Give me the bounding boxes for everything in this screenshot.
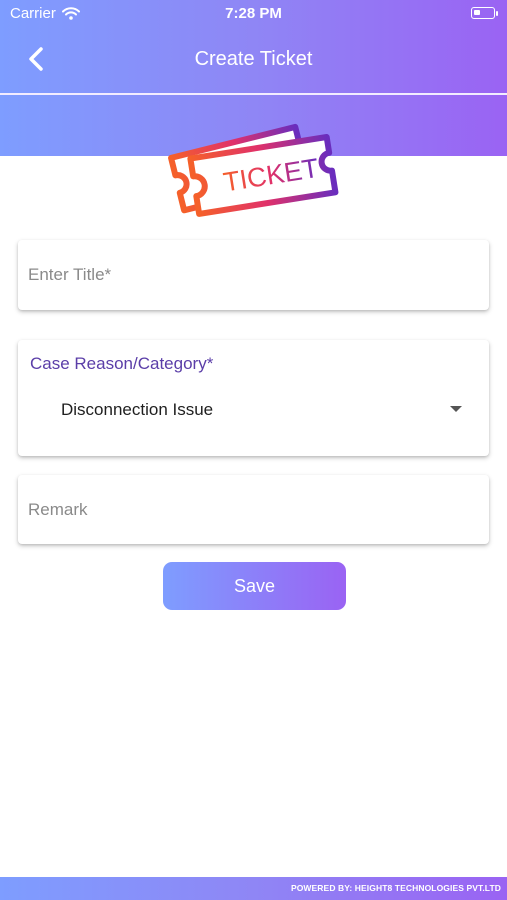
category-card: Case Reason/Category* Disconnection Issu… [18,340,489,456]
category-select[interactable]: Disconnection Issue [18,384,489,434]
caret-down-icon [450,406,462,412]
battery-icon [471,7,498,19]
title-input[interactable] [28,240,478,310]
remark-input[interactable] [28,475,478,544]
status-bar: Carrier 7:28 PM [0,0,507,28]
remark-card [18,475,489,544]
title-card [18,240,489,310]
category-label: Case Reason/Category* [30,354,214,373]
status-time: 7:28 PM [225,5,282,22]
ticket-logo: TICKET [168,123,339,217]
footer-bar: POWERED BY: HEIGHT8 TECHNOLOGIES PVT.LTD [0,877,507,900]
page-title: Create Ticket [194,48,313,70]
category-selected-value: Disconnection Issue [61,400,214,419]
save-button[interactable]: Save [163,562,346,610]
nav-divider [0,93,507,95]
footer-credit: POWERED BY: HEIGHT8 TECHNOLOGIES PVT.LTD [290,883,501,893]
